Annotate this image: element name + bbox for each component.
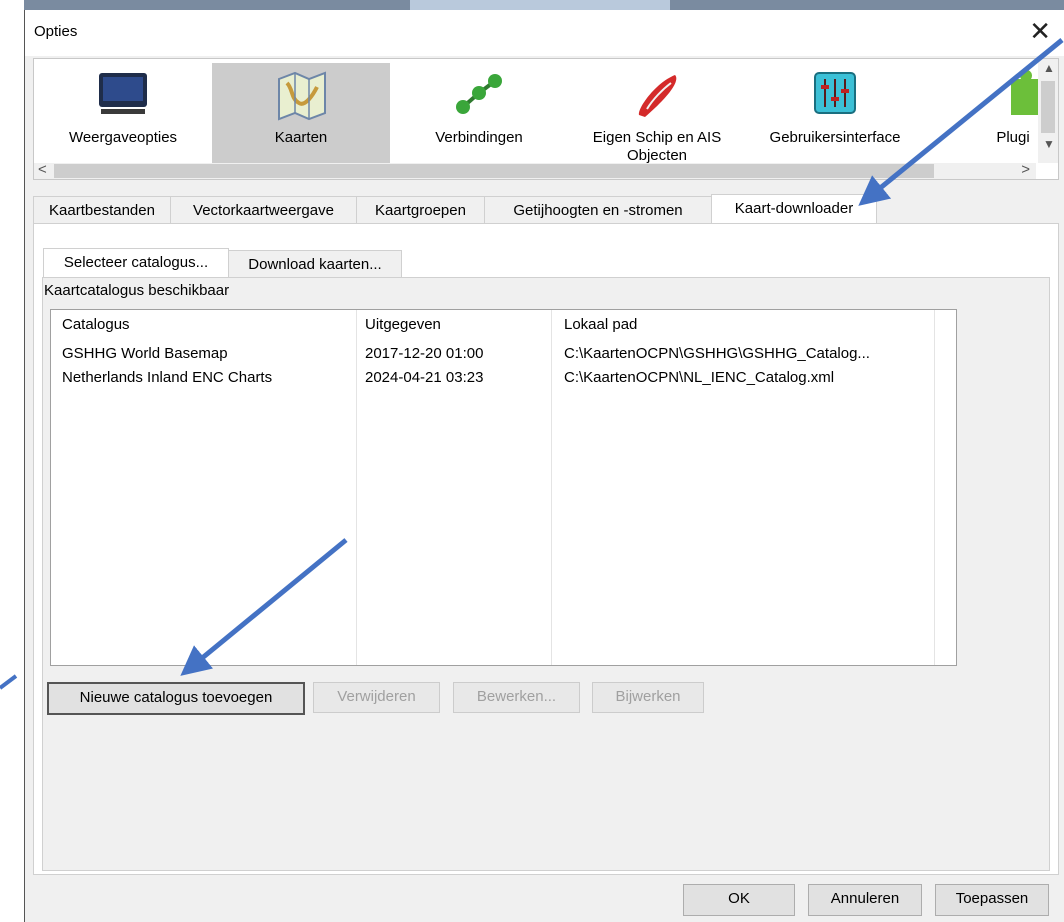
add-catalog-button[interactable]: Nieuwe catalogus toevoegen [47, 682, 305, 715]
close-icon[interactable]: ✕ [1029, 16, 1051, 46]
edit-catalog-button[interactable]: Bewerken... [453, 682, 580, 713]
tool-gebruikersinterface[interactable]: Gebruikersinterface [746, 63, 924, 163]
background-map-strip [0, 0, 1064, 10]
tool-label: Gebruikersinterface [769, 129, 901, 146]
kaart-downloader-panel: Selecteer catalogus... Download kaarten.… [33, 223, 1059, 875]
catalog-path-cell[interactable]: C:\KaartenOCPN\NL_IENC_Catalog.xml [564, 369, 834, 386]
update-catalog-button[interactable]: Bijwerken [592, 682, 704, 713]
toolbar-horizontal-scrollbar[interactable]: < > [34, 161, 1036, 179]
subtab-download-kaarten[interactable]: Download kaarten... [228, 250, 402, 279]
tab-getijhoogten[interactable]: Getijhoogten en -stromen [484, 196, 712, 225]
tab-kaart-downloader[interactable]: Kaart-downloader [711, 194, 877, 226]
tool-verbindingen[interactable]: Verbindingen [390, 63, 568, 163]
scroll-thumb[interactable] [1041, 81, 1055, 133]
tool-label: Eigen Schip en AIS Objecten [592, 129, 722, 164]
monitor-icon [99, 73, 147, 114]
tab-kaartbestanden[interactable]: Kaartbestanden [33, 196, 171, 225]
tab-kaartgroepen[interactable]: Kaartgroepen [356, 196, 485, 225]
remove-catalog-button[interactable]: Verwijderen [313, 682, 440, 713]
catalog-subpanel: Kaartcatalogus beschikbaar Catalogus Uit… [42, 277, 1050, 871]
subtab-selecteer-catalogus[interactable]: Selecteer catalogus... [43, 248, 229, 280]
tool-weergaveopties[interactable]: Weergaveopties [34, 63, 212, 163]
catalog-path-cell[interactable]: C:\KaartenOCPN\GSHHG\GSHHG_Catalog... [564, 345, 870, 362]
scroll-down-icon[interactable]: ▼ [1043, 137, 1055, 151]
window-title: Opties [34, 23, 78, 40]
tool-kaarten[interactable]: Kaarten [212, 63, 390, 163]
category-toolbar: Weergaveopties Kaarten Verbindingen Eige… [33, 58, 1059, 180]
puzzle-icon [1011, 69, 1039, 115]
scroll-right-icon[interactable]: > [1021, 161, 1030, 178]
catalog-date-cell[interactable]: 2024-04-21 03:23 [365, 369, 483, 386]
tool-label: Verbindingen [435, 129, 523, 146]
column-header-uitgegeven[interactable]: Uitgegeven [365, 316, 441, 333]
column-separator [551, 310, 552, 665]
scroll-up-icon[interactable]: ▲ [1043, 61, 1055, 75]
toolbar-vertical-scrollbar[interactable]: ▲ ▼ [1038, 59, 1058, 163]
catalog-date-cell[interactable]: 2017-12-20 01:00 [365, 345, 483, 362]
background-edge [0, 0, 24, 922]
column-header-lokaal-pad[interactable]: Lokaal pad [564, 316, 637, 333]
column-separator [934, 310, 935, 665]
tool-label: Weergaveopties [68, 129, 178, 146]
catalog-list[interactable]: Catalogus Uitgegeven Lokaal pad GSHHG Wo… [50, 309, 957, 666]
title-bar: Opties ✕ [25, 10, 1064, 56]
ship-icon [638, 75, 677, 117]
section-label: Kaartcatalogus beschikbaar [44, 282, 230, 299]
catalog-name-cell[interactable]: GSHHG World Basemap [62, 345, 228, 362]
column-header-catalogus[interactable]: Catalogus [62, 316, 130, 333]
tab-vectorkaartweergave[interactable]: Vectorkaartweergave [170, 196, 357, 225]
sliders-icon [814, 72, 856, 114]
options-dialog: Opties ✕ Weergaveopties Kaarten Verbindi… [24, 10, 1064, 922]
cancel-button[interactable]: Annuleren [808, 884, 922, 916]
apply-button[interactable]: Toepassen [935, 884, 1049, 916]
tool-eigen-schip[interactable]: Eigen Schip en AIS Objecten [568, 63, 746, 164]
connections-icon [456, 74, 502, 114]
scroll-left-icon[interactable]: < [38, 161, 47, 178]
map-icon [278, 71, 326, 121]
ok-button[interactable]: OK [683, 884, 795, 916]
tool-label: Kaarten [274, 129, 328, 146]
catalog-name-cell[interactable]: Netherlands Inland ENC Charts [62, 369, 272, 386]
column-separator [356, 310, 357, 665]
scroll-thumb[interactable] [54, 164, 934, 178]
